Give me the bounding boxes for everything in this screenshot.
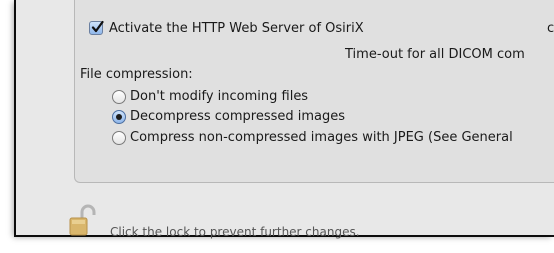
lock-open-icon[interactable] xyxy=(68,203,104,237)
radio-label: Don't modify incoming files xyxy=(130,89,309,104)
lock-message: Click the lock to prevent further change… xyxy=(110,225,360,239)
timeout-label: Time-out for all DICOM com xyxy=(345,47,525,62)
radio-label: Decompress compressed images xyxy=(130,109,346,124)
clipped-label: c xyxy=(547,21,554,36)
radio-button-selected[interactable] xyxy=(112,110,126,124)
checkmark-icon xyxy=(91,20,104,33)
radio-button[interactable] xyxy=(112,131,126,145)
file-compression-heading: File compression: xyxy=(80,67,193,82)
http-server-label: Activate the HTTP Web Server of OsiriX xyxy=(109,21,364,36)
http-server-checkbox[interactable] xyxy=(89,20,104,35)
radio-button[interactable] xyxy=(112,90,126,104)
radio-label: Compress non-compressed images with JPEG… xyxy=(130,130,513,145)
